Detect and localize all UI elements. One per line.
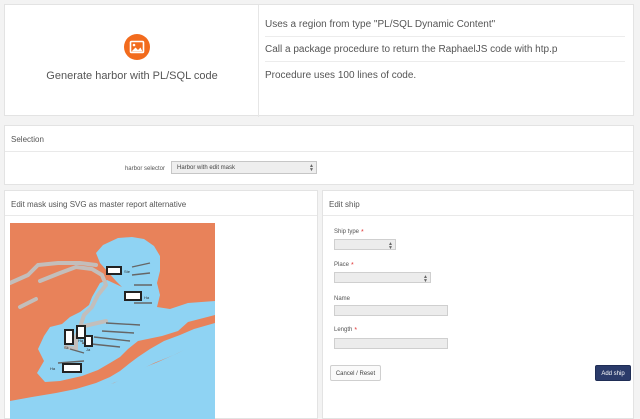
divider — [5, 215, 317, 216]
cancel-reset-button[interactable]: Cancel / Reset — [330, 365, 381, 381]
description-line: Uses a region from type "PL/SQL Dynamic … — [265, 19, 625, 37]
ship-marker — [126, 293, 140, 299]
map-label: Ha — [50, 366, 56, 371]
hero-card[interactable]: Generate harbor with PL/SQL code — [5, 5, 259, 117]
edit-ship-region: Edit ship Ship type * ▲ ▼ Place * ▲ ▼ Name L… — [322, 190, 634, 419]
required-mark: * — [354, 327, 358, 334]
ship-marker — [66, 331, 72, 343]
map-label: Ha — [78, 338, 84, 343]
divider — [323, 215, 633, 216]
harbor-selector[interactable]: Harbor with edit mask ▲ ▼ — [171, 161, 317, 174]
place-label: Place * — [334, 262, 354, 269]
selection-region: Selection harbor selector Harbor with ed… — [4, 125, 634, 185]
description-line: Procedure uses 100 lines of code. — [265, 70, 417, 81]
name-field[interactable] — [334, 305, 448, 316]
ship-marker — [78, 327, 84, 337]
ship-marker — [108, 268, 120, 273]
harbor-selector-label: harbor selector — [124, 166, 165, 172]
selection-title: Selection — [11, 135, 44, 144]
divider — [5, 151, 633, 152]
harbor-map[interactable]: Ste Ha Sk Ha Ja Ha — [10, 223, 215, 419]
length-label: Length * — [334, 327, 358, 334]
place-select[interactable]: ▲ ▼ — [334, 272, 431, 284]
select-arrows-icon: ▲ ▼ — [309, 163, 314, 173]
length-field[interactable] — [334, 338, 448, 349]
required-mark: * — [361, 229, 364, 236]
info-region: Generate harbor with PL/SQL code Uses a … — [4, 4, 634, 117]
select-arrows-icon: ▲ ▼ — [423, 274, 428, 284]
name-label: Name — [334, 296, 351, 302]
map-label: Ste — [124, 269, 131, 274]
harbor-selector-value: Harbor with edit mask — [177, 165, 236, 171]
ship-type-select[interactable]: ▲ ▼ — [334, 239, 396, 251]
hero-title: Generate harbor with PL/SQL code — [46, 70, 218, 82]
ship-marker — [86, 337, 91, 345]
map-title: Edit mask using SVG as master report alt… — [11, 200, 187, 209]
select-arrows-icon: ▲ ▼ — [388, 241, 393, 251]
ship-type-label: Ship type * — [334, 229, 364, 236]
edit-ship-title: Edit ship — [329, 200, 360, 209]
ship-marker — [64, 365, 80, 371]
image-icon — [124, 34, 150, 60]
add-ship-button[interactable]: Add ship — [595, 365, 631, 381]
description-line: Call a package procedure to return the R… — [265, 44, 625, 62]
map-label: Ha — [144, 295, 150, 300]
map-region: Edit mask using SVG as master report alt… — [4, 190, 318, 419]
required-mark: * — [351, 262, 354, 269]
map-label: Sk — [64, 345, 69, 350]
